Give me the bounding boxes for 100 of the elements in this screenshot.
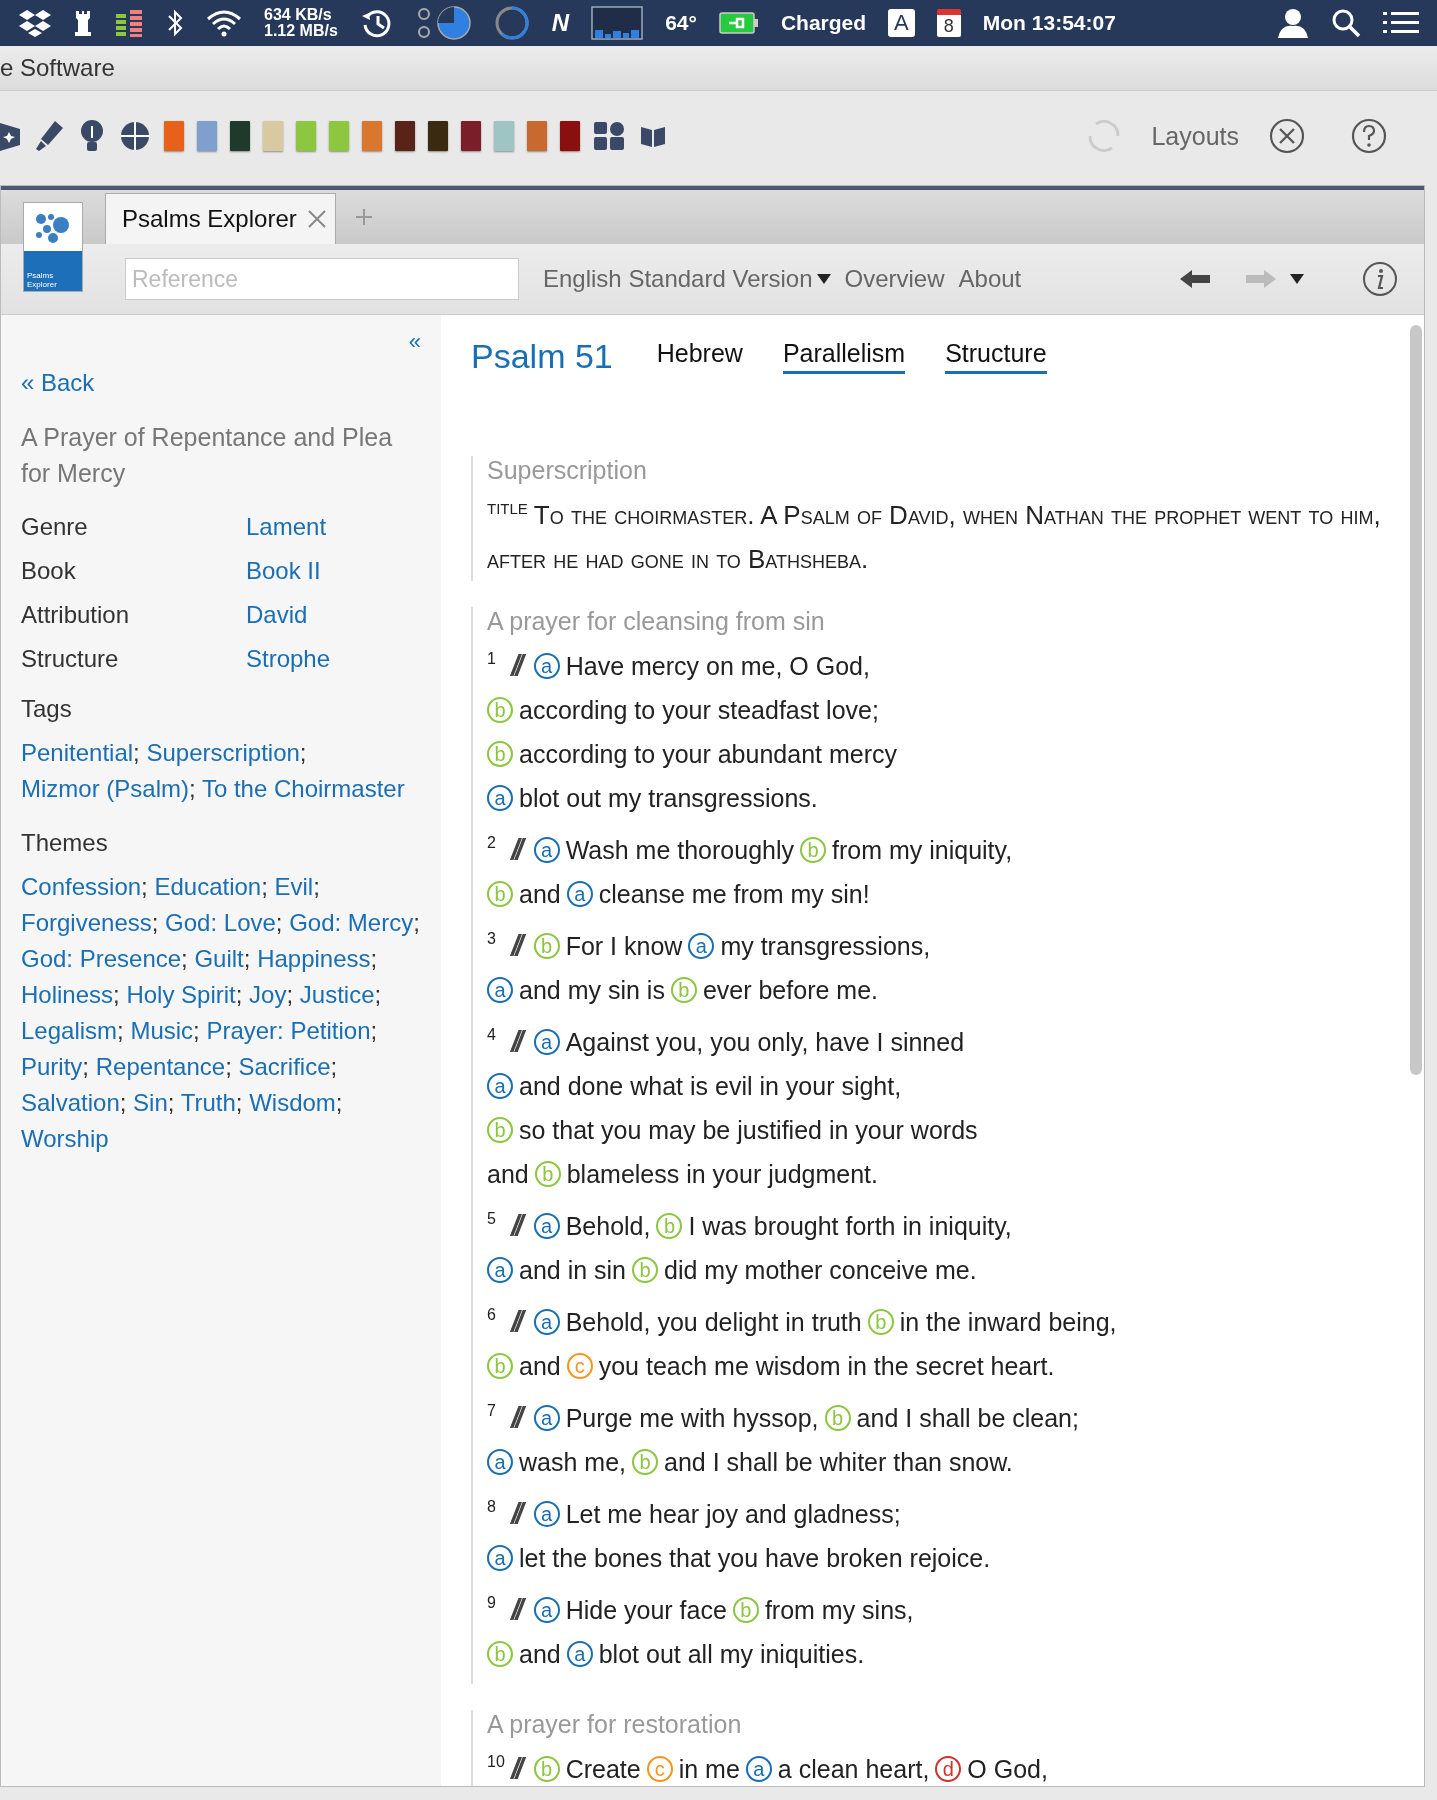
theme-link[interactable]: Legalism bbox=[21, 1017, 118, 1044]
tag-link[interactable]: Penitential bbox=[21, 739, 134, 766]
tag-link[interactable]: To the Choirmaster bbox=[201, 775, 405, 802]
parallel-mark: // bbox=[511, 649, 524, 683]
theme-link[interactable]: Worship bbox=[21, 1125, 109, 1152]
activity-letter[interactable]: N bbox=[551, 9, 570, 37]
theme-link[interactable]: Evil bbox=[274, 873, 314, 900]
parallel-mark: // bbox=[511, 1025, 524, 1059]
theme-link[interactable]: Guilt bbox=[194, 945, 244, 972]
progress-ring-icon[interactable] bbox=[493, 5, 530, 41]
verse-text: so that you may be justified in your words bbox=[519, 1115, 978, 1145]
back-link[interactable]: « Back bbox=[21, 369, 95, 397]
dropbox-icon[interactable] bbox=[18, 8, 52, 38]
verse-text: let the bones that you have broken rejoice. bbox=[519, 1543, 991, 1573]
theme-link[interactable]: Joy bbox=[249, 981, 287, 1008]
theme-link[interactable]: Forgiveness bbox=[21, 909, 152, 936]
verse-text: according to your steadfast love; bbox=[519, 695, 879, 725]
close-tab-icon[interactable] bbox=[306, 209, 327, 229]
dropdown-caret-icon[interactable] bbox=[816, 274, 831, 284]
help-icon[interactable] bbox=[1350, 117, 1388, 155]
letter-marker: a bbox=[688, 933, 715, 959]
separator: ; bbox=[299, 739, 307, 766]
verse-number: 1 bbox=[487, 650, 497, 668]
lightbulb-icon[interactable] bbox=[78, 118, 106, 154]
scrollbar[interactable] bbox=[1410, 325, 1422, 1075]
verse-text: Wash me thoroughly bbox=[565, 835, 795, 865]
battery-status: Charged bbox=[780, 11, 867, 35]
open-book-icon[interactable] bbox=[640, 124, 666, 148]
theme-link[interactable]: Purity bbox=[21, 1053, 83, 1080]
letter-marker: d bbox=[935, 1756, 962, 1782]
letter-marker: b bbox=[824, 1405, 851, 1431]
close-icon[interactable] bbox=[1268, 117, 1306, 155]
back-arrow-icon[interactable] bbox=[1180, 269, 1210, 289]
info-icon[interactable] bbox=[1362, 261, 1398, 297]
tag-link[interactable]: Mizmor (Psalm) bbox=[21, 775, 189, 802]
verse-text: you teach me wisdom in the secret heart. bbox=[598, 1351, 1055, 1381]
letter-marker: b bbox=[487, 1641, 513, 1667]
theme-link[interactable]: Confession bbox=[21, 873, 142, 900]
separator: ; bbox=[189, 775, 196, 802]
theme-link[interactable]: Truth bbox=[180, 1089, 236, 1116]
input-source[interactable]: A bbox=[888, 9, 915, 37]
dropdown-caret-icon[interactable] bbox=[1290, 274, 1304, 284]
theme-link[interactable]: Prayer: Petition bbox=[206, 1017, 371, 1044]
letter-marker: a bbox=[745, 1756, 772, 1782]
memory-bars-icon[interactable] bbox=[114, 8, 144, 38]
theme-link[interactable]: God: Mercy bbox=[289, 909, 414, 936]
nav-link[interactable]: Overview bbox=[844, 265, 945, 293]
network-graph-icon[interactable] bbox=[591, 6, 644, 40]
separator: ; bbox=[275, 909, 283, 936]
search-icon[interactable] bbox=[1331, 8, 1361, 38]
theme-link[interactable]: Wisdom bbox=[249, 1089, 336, 1116]
download-speed: 1.12 MB/s bbox=[264, 23, 338, 39]
theme-link[interactable]: God: Presence bbox=[21, 945, 182, 972]
tag-link[interactable]: Superscription bbox=[146, 739, 300, 766]
user-icon[interactable] bbox=[1277, 8, 1309, 38]
collapse-button[interactable]: « bbox=[408, 329, 421, 355]
calendar-day[interactable]: 8 bbox=[936, 9, 961, 37]
verse-number: 4 bbox=[487, 1026, 497, 1044]
theme-link[interactable]: God: Love bbox=[165, 909, 276, 936]
view-toggle[interactable]: Structure bbox=[945, 339, 1047, 374]
view-toggle[interactable]: Hebrew bbox=[656, 339, 743, 374]
list-icon[interactable] bbox=[1383, 11, 1419, 35]
verse-text: O God, bbox=[967, 1754, 1048, 1784]
psalm-title: Psalm 51 bbox=[471, 337, 613, 376]
clock[interactable]: Mon 13:54:07 bbox=[982, 11, 1116, 35]
theme-link[interactable]: Repentance bbox=[95, 1053, 226, 1080]
psalm-description: A Prayer of Repentance and Plea for Mercy bbox=[21, 422, 394, 489]
layouts-button[interactable]: Layouts bbox=[1151, 121, 1239, 151]
theme-link[interactable]: Education bbox=[154, 873, 262, 900]
theme-link[interactable]: Salvation bbox=[21, 1089, 120, 1116]
separator: ; bbox=[313, 873, 320, 900]
letter-marker: a bbox=[533, 1501, 560, 1527]
verse-text: blot out my transgressions. bbox=[519, 783, 818, 813]
tower-icon[interactable] bbox=[74, 9, 92, 37]
fact-link[interactable]: Book II bbox=[246, 557, 421, 585]
battery-charging-icon[interactable] bbox=[718, 11, 759, 35]
reference-field[interactable]: Reference bbox=[125, 258, 519, 300]
theme-link[interactable]: Sin bbox=[133, 1089, 168, 1116]
cpu-pie-icon[interactable] bbox=[415, 5, 472, 41]
wifi-icon[interactable] bbox=[206, 9, 242, 37]
fact-link[interactable]: David bbox=[246, 601, 421, 629]
fact-link[interactable]: Lament bbox=[246, 513, 421, 541]
version-dropdown[interactable]: English Standard Version bbox=[543, 265, 831, 293]
fact-link[interactable]: Strophe bbox=[246, 645, 421, 673]
theme-link[interactable]: Holy Spirit bbox=[126, 981, 236, 1008]
globe-icon[interactable] bbox=[119, 120, 151, 152]
theme-link[interactable]: Sacrifice bbox=[238, 1053, 331, 1080]
highlighter-icon[interactable] bbox=[35, 119, 65, 153]
view-toggle[interactable]: Parallelism bbox=[782, 339, 906, 374]
theme-link[interactable]: Justice bbox=[299, 981, 375, 1008]
verse-text: and in sin bbox=[519, 1255, 627, 1285]
psalms-explorer-logo[interactable]: Psalms Explorer bbox=[23, 202, 83, 292]
nav-link[interactable]: About bbox=[958, 265, 1022, 293]
theme-link[interactable]: Holiness bbox=[21, 981, 114, 1008]
theme-link[interactable]: Happiness bbox=[257, 945, 371, 972]
bluetooth-icon[interactable] bbox=[166, 8, 184, 38]
theme-link[interactable]: Music bbox=[130, 1017, 194, 1044]
letter-marker: a bbox=[487, 1073, 513, 1099]
document-tab[interactable]: Psalms Explorer bbox=[105, 193, 336, 244]
fact-label: Structure bbox=[21, 645, 120, 673]
